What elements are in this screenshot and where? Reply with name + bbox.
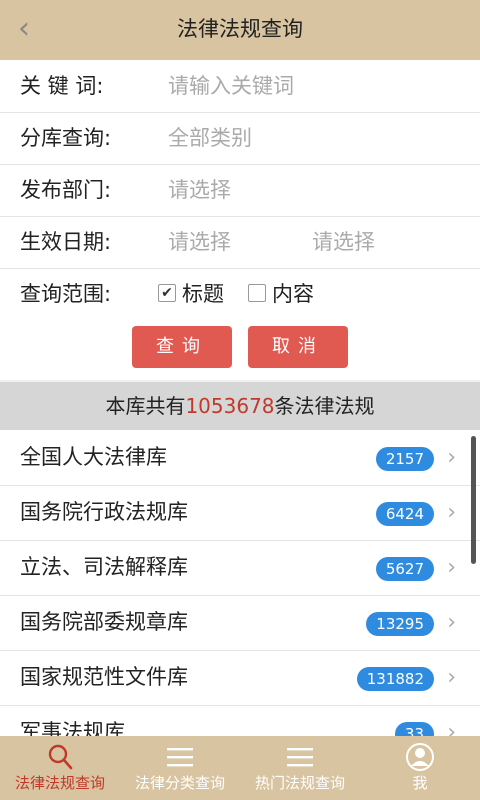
- chevron-right-icon: ›: [447, 665, 456, 690]
- scope-row: 查询范围: ✔ 标题 内容: [0, 268, 480, 320]
- scope-content-label[interactable]: 内容: [272, 268, 314, 320]
- scope-title-label[interactable]: 标题: [182, 268, 224, 320]
- banner-count: 1053678: [185, 394, 275, 418]
- category-row: 分库查询: 全部类别: [0, 112, 480, 165]
- keyword-label: 关 键 词:: [20, 74, 104, 98]
- count-badge: 131882: [356, 667, 434, 691]
- dept-select[interactable]: 请选择: [168, 164, 231, 216]
- dept-label: 发布部门:: [20, 178, 112, 202]
- menu-icon: [287, 748, 313, 767]
- tab-label: 热门法规查询: [254, 774, 345, 792]
- count-badge: 5627: [375, 557, 434, 581]
- scope-title-checkbox[interactable]: ✔: [158, 284, 176, 302]
- date-end-select[interactable]: 请选择: [312, 216, 375, 268]
- library-name: 军事法规库: [20, 720, 125, 736]
- list-item[interactable]: 全国人大法律库 2157 ›: [0, 430, 480, 486]
- list-item[interactable]: 立法、司法解释库 5627 ›: [0, 540, 480, 596]
- tab-hot-search[interactable]: 热门法规查询: [240, 736, 360, 800]
- count-badge: 2157: [375, 447, 434, 471]
- banner-prefix: 本库共有: [105, 394, 186, 418]
- cancel-button[interactable]: 取消: [248, 326, 348, 368]
- scope-label: 查询范围:: [20, 282, 112, 306]
- chevron-right-icon: ›: [447, 500, 456, 525]
- tab-law-search[interactable]: 法律法规查询: [0, 736, 120, 800]
- count-badge: 33: [394, 722, 434, 736]
- category-select[interactable]: 全部类别: [168, 112, 252, 164]
- total-count-banner: 本库共有1053678条法律法规: [0, 382, 480, 430]
- search-button[interactable]: 查询: [132, 326, 232, 368]
- library-name: 立法、司法解释库: [20, 555, 188, 579]
- date-start-select[interactable]: 请选择: [168, 216, 231, 268]
- chevron-right-icon: ›: [447, 445, 456, 470]
- date-label: 生效日期:: [20, 230, 112, 254]
- app-header: ‹ 法律法规查询: [0, 0, 480, 60]
- count-badge: 6424: [375, 502, 434, 526]
- list-scrollbar[interactable]: [471, 436, 476, 564]
- list-item[interactable]: 国务院部委规章库 13295 ›: [0, 595, 480, 651]
- bottom-tab-bar: 法律法规查询 法律分类查询 热门法规查询 我: [0, 736, 480, 800]
- keyword-input[interactable]: 请输入关键词: [168, 60, 294, 112]
- tab-label: 法律分类查询: [134, 774, 225, 792]
- dept-row: 发布部门: 请选择: [0, 164, 480, 217]
- banner-suffix: 条法律法规: [274, 394, 375, 418]
- library-name: 国务院行政法规库: [20, 500, 188, 524]
- chevron-right-icon: ›: [447, 720, 456, 736]
- library-name: 国务院部委规章库: [20, 610, 188, 634]
- library-list: 全国人大法律库 2157 › 国务院行政法规库 6424 › 立法、司法解释库 …: [0, 430, 480, 736]
- scope-content-checkbox[interactable]: [248, 284, 266, 302]
- search-icon: [48, 744, 73, 770]
- tab-category-search[interactable]: 法律分类查询: [120, 736, 240, 800]
- tab-me[interactable]: 我: [360, 736, 480, 800]
- count-badge: 13295: [366, 612, 434, 636]
- list-item[interactable]: 国务院行政法规库 6424 ›: [0, 485, 480, 541]
- chevron-right-icon: ›: [447, 610, 456, 635]
- menu-icon: [167, 748, 193, 767]
- user-icon: [406, 743, 434, 771]
- list-item[interactable]: 国家规范性文件库 131882 ›: [0, 650, 480, 706]
- page-title: 法律法规查询: [177, 17, 303, 41]
- tab-label: 法律法规查询: [14, 774, 105, 792]
- library-name: 全国人大法律库: [20, 445, 167, 469]
- chevron-right-icon: ›: [447, 555, 456, 580]
- date-row: 生效日期: 请选择 请选择: [0, 216, 480, 269]
- search-form: 关 键 词: 请输入关键词 分库查询: 全部类别 发布部门: 请选择 生效日期:…: [0, 60, 480, 380]
- library-name: 国家规范性文件库: [20, 665, 188, 689]
- keyword-row: 关 键 词: 请输入关键词: [0, 60, 480, 113]
- list-item[interactable]: 军事法规库 33 ›: [0, 705, 480, 736]
- category-label: 分库查询:: [20, 126, 112, 150]
- tab-label: 我: [412, 774, 428, 792]
